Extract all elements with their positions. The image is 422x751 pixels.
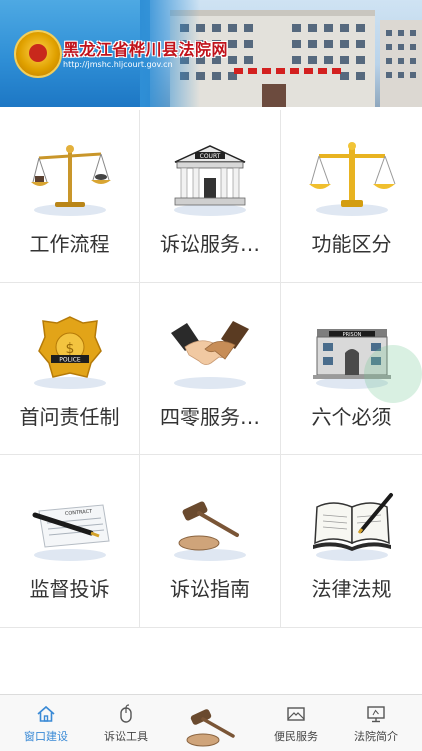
tab-court-intro[interactable]: 法院简介 (334, 695, 418, 751)
menu-item-label: 功能区分 (311, 232, 392, 256)
court-building-icon: COURT (174, 145, 246, 216)
home-icon (37, 705, 55, 722)
mouse-icon (120, 704, 132, 723)
menu-item-four-zero-service[interactable]: 四零服务… (140, 283, 281, 455)
tab-label: 便民服务 (274, 730, 318, 743)
scales-icon (308, 142, 395, 216)
svg-text:COURT: COURT (200, 153, 221, 160)
menu-item-laws-regulations[interactable]: 法律法规 (281, 455, 422, 628)
touch-ripple (364, 345, 422, 403)
mail-icon (287, 707, 305, 721)
law-book-icon (312, 493, 393, 561)
menu-grid: 工作流程 COURT 诉讼服务… 功能区分 $ POLICE 首问责任制 四零服… (0, 110, 422, 628)
monitor-icon (367, 706, 385, 723)
menu-item-litigation-guide[interactable]: 诉讼指南 (140, 455, 281, 628)
menu-item-label: 法律法规 (311, 577, 392, 601)
menu-item-label: 监督投诉 (29, 577, 110, 601)
tab-window-building[interactable]: 窗口建设 (4, 695, 88, 751)
menu-item-label: 诉讼服务… (160, 232, 260, 256)
tab-label: 法院简介 (354, 730, 398, 743)
tab-label: 诉讼工具 (104, 730, 148, 743)
menu-item-label: 首问责任制 (19, 405, 120, 429)
menu-item-label: 六个必须 (311, 405, 392, 429)
tab-convenience-service[interactable]: 便民服务 (254, 695, 338, 751)
menu-item-function-zones[interactable]: 功能区分 (281, 110, 422, 283)
menu-item-label: 四零服务… (160, 405, 260, 429)
menu-item-label: 诉讼指南 (170, 577, 250, 601)
gavel-icon (174, 501, 246, 561)
handshake-icon (171, 321, 249, 389)
court-emblem-icon (14, 30, 62, 78)
menu-item-first-inquiry[interactable]: $ POLICE 首问责任制 (0, 283, 140, 455)
center-gavel-button[interactable] (181, 704, 239, 750)
svg-text:POLICE: POLICE (59, 357, 81, 364)
tab-litigation-tools[interactable]: 诉讼工具 (84, 695, 168, 751)
menu-item-work-process[interactable]: 工作流程 (0, 110, 140, 283)
contract-pen-icon: CONTRACT (32, 504, 110, 561)
svg-text:$: $ (65, 341, 74, 357)
balance-scale-icon (30, 145, 111, 216)
header-banner: 黑龙江省桦川县法院网 http://jmshc.hljcourt.gov.cn (0, 0, 422, 107)
menu-item-litigation-service[interactable]: COURT 诉讼服务… (140, 110, 281, 283)
tab-label: 窗口建设 (24, 730, 68, 743)
site-url: http://jmshc.hljcourt.gov.cn (63, 60, 173, 69)
site-title: 黑龙江省桦川县法院网 (63, 40, 229, 59)
police-badge-icon: $ POLICE (33, 316, 106, 389)
menu-item-label: 工作流程 (29, 232, 110, 256)
menu-item-complaint[interactable]: CONTRACT 监督投诉 (0, 455, 140, 628)
